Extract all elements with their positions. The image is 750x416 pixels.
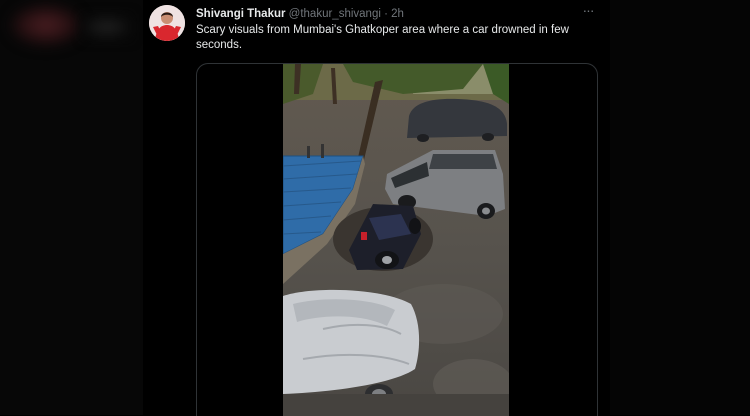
avatar[interactable] bbox=[149, 5, 185, 41]
avatar-image bbox=[149, 5, 185, 41]
video-frame[interactable] bbox=[283, 64, 509, 416]
video-thumbnail bbox=[283, 64, 509, 416]
tweet-text: Scary visuals from Mumbai's Ghatkoper ar… bbox=[196, 24, 569, 51]
blurred-avatar-ghost bbox=[10, 4, 82, 46]
display-name[interactable]: Shivangi Thakur bbox=[196, 8, 285, 20]
tweet: Shivangi Thakur @thakur_shivangi · 2h ··… bbox=[143, 0, 610, 416]
media-container[interactable] bbox=[196, 63, 598, 416]
blurred-background-right bbox=[610, 0, 750, 415]
user-handle[interactable]: @thakur_shivangi bbox=[289, 8, 381, 20]
tweet-header: Shivangi Thakur @thakur_shivangi · 2h bbox=[196, 6, 580, 22]
timestamp[interactable]: 2h bbox=[391, 8, 404, 20]
blurred-name-ghost bbox=[82, 14, 132, 40]
blurred-background-left bbox=[0, 0, 143, 415]
more-horizontal-icon[interactable]: ··· bbox=[580, 3, 596, 19]
separator-dot: · bbox=[384, 8, 388, 20]
